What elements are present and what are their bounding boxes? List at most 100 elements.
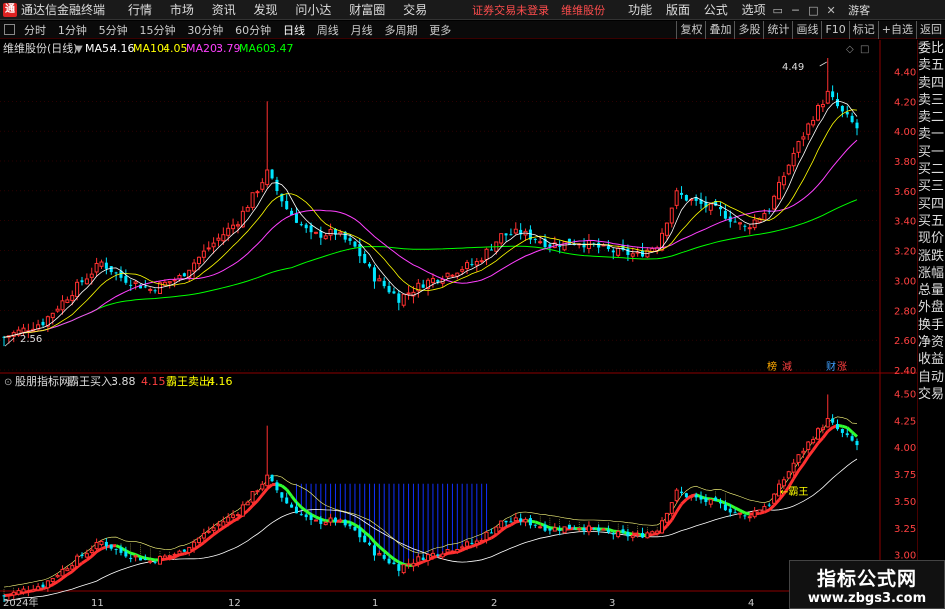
main-candle-down (533, 238, 537, 241)
side-outer[interactable]: 外盘 (918, 299, 945, 316)
chart-area[interactable]: 4.40 4.20 4.00 3.80 3.60 3.40 3.20 3.00 2.80 2.60… (0, 40, 917, 609)
main-candle-up (235, 224, 240, 227)
maximize-panel-icon[interactable]: □ (860, 44, 869, 55)
ma-settings-icon[interactable]: ▼ (75, 44, 83, 55)
indicator-settings-icon[interactable]: ⊙ (4, 377, 12, 388)
period-tab-daily[interactable]: 日线 (279, 22, 309, 38)
title-bar: 通 通达信金融终端 行情 市场 资讯 发现 问小达 财富圈 交易 证券交易未登录… (0, 0, 945, 20)
indicator-name: 股朋指标网 (15, 374, 70, 388)
side-buy3[interactable]: 买三 (918, 178, 945, 195)
layout-toggle-icon[interactable] (4, 24, 15, 35)
sub-candle-up (538, 526, 543, 529)
period-tab-monthly[interactable]: 月线 (347, 22, 377, 38)
restore-icon[interactable]: ▭ (771, 4, 785, 17)
badge-bang[interactable]: 榜 (767, 360, 777, 373)
menu-item-gongneng[interactable]: 功能 (623, 1, 657, 18)
menu-item-banmian[interactable]: 版面 (661, 1, 695, 18)
side-sell5[interactable]: 卖五 (918, 57, 945, 74)
sub-candle-down (543, 524, 547, 531)
main-candle-up (406, 292, 411, 295)
multi-stock-button[interactable]: 多股 (734, 21, 763, 39)
badge-cai[interactable]: 财 (826, 360, 836, 373)
main-candle-up (89, 273, 94, 278)
period-tab-60min[interactable]: 60分钟 (231, 22, 275, 38)
guest-label[interactable]: 游客 (848, 2, 870, 18)
side-sell4[interactable]: 卖四 (918, 75, 945, 92)
sub-candle-up (781, 479, 786, 487)
trade-login-notice[interactable]: 证券交易未登录 (472, 2, 549, 18)
menu-item-caifuquan[interactable]: 财富圈 (342, 1, 392, 18)
side-change[interactable]: 涨跌 (918, 248, 945, 265)
main-candle-up (669, 207, 674, 224)
side-buy2[interactable]: 买二 (918, 161, 945, 178)
side-buy5[interactable]: 买五 (918, 213, 945, 230)
trend-down-segment (315, 515, 322, 521)
trend-up-segment (787, 477, 795, 488)
fuquan-button[interactable]: 复权 (676, 21, 705, 39)
side-sell2[interactable]: 卖二 (918, 109, 945, 126)
sub-candle-up (99, 540, 104, 546)
sub-candle-down (382, 555, 386, 559)
side-weibi[interactable]: 委比 (918, 40, 945, 57)
period-tab-more[interactable]: 更多 (425, 22, 455, 38)
statistics-button[interactable]: 统计 (763, 21, 792, 39)
sub-candle-down (845, 433, 849, 436)
side-trade[interactable]: 交易 (918, 386, 945, 403)
minimize-icon[interactable]: ─ (788, 4, 802, 17)
main-candle-up (465, 262, 470, 270)
period-tab-fenshi[interactable]: 分时 (20, 22, 50, 38)
menu-item-gongshi[interactable]: 公式 (699, 1, 733, 18)
side-earnings[interactable]: 收益 (918, 351, 945, 368)
main-candle-up (806, 123, 811, 135)
side-auto[interactable]: 自动 (918, 369, 945, 386)
main-candle-down (855, 122, 859, 129)
main-candle-up (231, 224, 236, 230)
side-price[interactable]: 现价 (918, 230, 945, 247)
period-tab-weekly[interactable]: 周线 (313, 22, 343, 38)
period-tab-15min[interactable]: 15分钟 (135, 22, 179, 38)
diamond-icon[interactable]: ◇ (846, 44, 854, 55)
menu-item-wenxiaoda[interactable]: 问小达 (288, 1, 338, 18)
side-net-asset[interactable]: 净资 (918, 334, 945, 351)
sub-candle-up (786, 471, 791, 479)
main-candle-up (801, 136, 806, 140)
high-arrow (819, 61, 827, 67)
side-sell3[interactable]: 卖三 (918, 92, 945, 109)
menu-item-faxian[interactable]: 发现 (247, 1, 285, 18)
side-volume[interactable]: 总量 (918, 282, 945, 299)
badge-jian[interactable]: 減 (782, 360, 792, 373)
period-tab-5min[interactable]: 5分钟 (95, 22, 132, 38)
side-turnover[interactable]: 换手 (918, 317, 945, 334)
menu-item-hangqing[interactable]: 行情 (121, 1, 159, 18)
back-button[interactable]: 返回 (916, 21, 945, 39)
period-tab-multi[interactable]: 多周期 (380, 22, 421, 38)
maximize-icon[interactable]: □ (806, 4, 820, 17)
period-tab-1min[interactable]: 1分钟 (54, 22, 91, 38)
overlay-button[interactable]: 叠加 (705, 21, 734, 39)
sub-candle-down (290, 504, 294, 508)
menu-item-jiaoyi[interactable]: 交易 (396, 1, 434, 18)
draw-line-button[interactable]: 画线 (792, 21, 821, 39)
f10-button[interactable]: F10 (821, 21, 848, 39)
sub-candle-down (621, 529, 625, 533)
side-buy1[interactable]: 买一 (918, 144, 945, 161)
side-buy4[interactable]: 买四 (918, 196, 945, 213)
side-sell1[interactable]: 卖一 (918, 126, 945, 143)
menu-item-xuanxiang[interactable]: 选项 (737, 1, 771, 18)
sub-candle-down (436, 554, 440, 556)
main-candle-up (479, 260, 484, 263)
mark-button[interactable]: 标记 (848, 21, 878, 39)
menu-item-zixun[interactable]: 资讯 (205, 1, 243, 18)
main-candle-up (245, 206, 250, 212)
add-favorite-button[interactable]: +自选 (877, 21, 916, 39)
menu-item-shichang[interactable]: 市场 (163, 1, 201, 18)
badge-zhang[interactable]: 涨 (837, 361, 847, 373)
period-tab-30min[interactable]: 30分钟 (183, 22, 227, 38)
kline-chart[interactable]: 4.40 4.20 4.00 3.80 3.60 3.40 3.20 3.00 2.80 2.60… (0, 40, 917, 609)
side-change-pct[interactable]: 涨幅 (918, 265, 945, 282)
low-arrow (4, 337, 15, 347)
close-icon[interactable]: ✕ (824, 4, 838, 17)
main-candle-down (182, 273, 186, 277)
main-candle-up (738, 222, 743, 225)
sub-candle-up (94, 542, 99, 550)
